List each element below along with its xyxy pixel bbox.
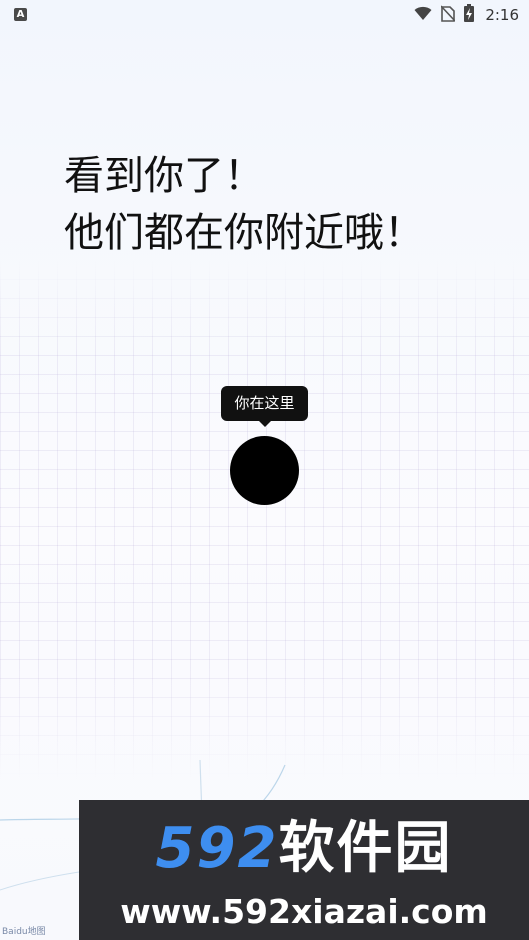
battery-charging-icon	[464, 4, 475, 26]
headline-line-2: 他们都在你附近哦！	[64, 210, 424, 256]
watermark-brand: 592软件园	[79, 816, 529, 882]
no-sim-icon	[440, 4, 456, 26]
notification-app-icon: A	[14, 8, 27, 21]
current-location-marker[interactable]	[230, 436, 299, 505]
status-bar-right: 2:16	[414, 4, 519, 26]
status-bar: A 2:16	[0, 0, 529, 30]
wifi-icon	[414, 6, 432, 25]
tooltip-pointer	[258, 420, 272, 427]
status-time: 2:16	[485, 6, 519, 24]
headline: 看到你了！ 他们都在你附近哦！	[64, 148, 424, 262]
map-grid	[0, 260, 529, 780]
watermark-banner: 592软件园 www.592xiazai.com	[79, 800, 529, 940]
watermark-brand-number: 592	[155, 816, 279, 881]
watermark-brand-name: 软件园	[278, 816, 453, 881]
you-are-here-tooltip: 你在这里	[221, 386, 308, 421]
map-provider-logo: Baidu地图	[2, 927, 46, 937]
headline-line-1: 看到你了！	[64, 153, 264, 199]
watermark-url: www.592xiazai.com	[120, 892, 488, 931]
